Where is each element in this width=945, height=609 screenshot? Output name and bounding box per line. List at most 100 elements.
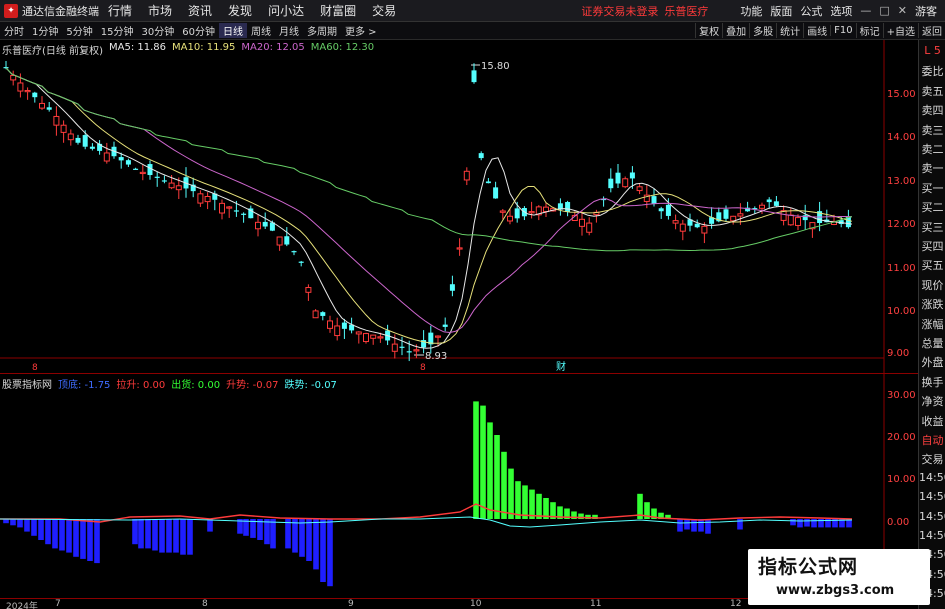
tool-options[interactable]: 选项 (830, 3, 852, 19)
close-icon[interactable]: ✕ (898, 4, 907, 17)
bottom-bar (804, 519, 810, 527)
bottom-bar (145, 519, 151, 549)
quote-tab[interactable]: 卖三 (919, 122, 945, 138)
candle-body (615, 172, 621, 184)
period-tab[interactable]: 30分钟 (137, 23, 178, 38)
menu-item-market[interactable]: 市场 (148, 2, 172, 19)
low-price-label: 8.93 (425, 351, 447, 362)
period-tab[interactable]: 1分钟 (28, 23, 62, 38)
period-tab[interactable]: 5分钟 (62, 23, 96, 38)
candle-body (370, 334, 377, 339)
candle-body (226, 206, 233, 209)
tool-function[interactable]: 功能 (740, 3, 762, 19)
bottom-bar (94, 519, 100, 564)
indicator-legend: 股票指标网 顶底: -1.75 拉升: 0.00 出货: 0.00 升势: -0… (2, 376, 337, 391)
period-tab[interactable]: 月线 (275, 23, 303, 38)
quote-tab[interactable]: 买一 (919, 180, 945, 196)
quote-tab[interactable]: 14:50 (919, 510, 945, 523)
menu-item-wealth[interactable]: 财富圈 (320, 2, 356, 19)
menu-item-news[interactable]: 资讯 (188, 2, 212, 19)
overlay-button[interactable]: 叠加 (722, 23, 749, 38)
quote-tab[interactable]: 外盘 (919, 354, 945, 370)
quote-tab[interactable]: 卖一 (919, 160, 945, 176)
date-label: 9 (348, 599, 354, 609)
date-label: 2024年 (6, 602, 38, 609)
login-status-link[interactable]: 证券交易未登录 (581, 3, 658, 19)
y-tick-label: 12.00 (887, 219, 916, 230)
multi-stock-button[interactable]: 多股 (749, 23, 776, 38)
quote-tab[interactable]: 14:50 (919, 471, 945, 484)
candle-body (197, 193, 204, 204)
menu-item-ask[interactable]: 问小达 (268, 2, 304, 19)
back-button[interactable]: 返回 (918, 23, 945, 38)
f10-button[interactable]: F10 (830, 25, 855, 36)
menu-item-discover[interactable]: 发现 (228, 2, 252, 19)
period-tab[interactable]: 多周期 (303, 23, 341, 38)
indicator-value-pull: 拉升: 0.00 (116, 380, 166, 391)
high-price-label: 15.80 (481, 61, 510, 72)
quote-tab[interactable]: 买四 (919, 238, 945, 254)
stats-button[interactable]: 统计 (776, 23, 803, 38)
quote-tab[interactable]: 换手 (919, 374, 945, 390)
indicator-name[interactable]: 股票指标网 (2, 376, 52, 391)
quote-tab[interactable]: 买三 (919, 219, 945, 235)
period-tab[interactable]: 60分钟 (178, 23, 219, 38)
ship-bar (529, 489, 535, 519)
bottom-bar (152, 519, 158, 551)
current-stock-link[interactable]: 乐普医疗 (664, 3, 708, 19)
candle-body (53, 115, 60, 126)
quote-tab[interactable]: 买二 (919, 199, 945, 215)
menu-item-trade[interactable]: 交易 (372, 2, 396, 19)
tool-formula[interactable]: 公式 (800, 3, 822, 19)
period-tab[interactable]: 周线 (247, 23, 275, 38)
draw-button[interactable]: 画线 (803, 23, 830, 38)
quote-tab[interactable]: 委比 (919, 63, 945, 79)
candlestick-svg[interactable]: 15.00 14.00 13.00 12.00 11.00 10.00 9.00… (0, 40, 918, 373)
quote-tab[interactable]: 买五 (919, 257, 945, 273)
candle-body (456, 247, 463, 250)
watermark-title: 指标公式网 (758, 556, 859, 578)
quote-tab[interactable]: 卖二 (919, 141, 945, 157)
period-tab[interactable]: 分时 (0, 23, 28, 38)
quote-tab[interactable]: 现价 (919, 277, 945, 293)
tool-layout[interactable]: 版面 (770, 3, 792, 19)
maximize-icon[interactable]: □ (879, 4, 889, 17)
candle-body (787, 214, 794, 226)
quote-tab[interactable]: 涨幅 (919, 316, 945, 332)
bottom-bar (45, 519, 51, 545)
candle-body (514, 208, 520, 219)
quote-tab[interactable]: 14:50 (919, 529, 945, 542)
quote-tab[interactable]: 卖五 (919, 83, 945, 99)
period-more-button[interactable]: 更多 > (341, 23, 381, 38)
period-tab-active[interactable]: 日线 (218, 23, 247, 38)
minimize-icon[interactable]: — (860, 4, 871, 17)
indicator-lines-group (0, 503, 853, 528)
quote-tab[interactable]: 涨跌 (919, 296, 945, 312)
bottom-bar (132, 519, 138, 545)
quote-tab[interactable]: L 5 (919, 44, 945, 57)
quote-tab[interactable]: 交易 (919, 451, 945, 467)
adjust-button[interactable]: 复权 (695, 23, 722, 38)
quote-tab[interactable]: 收益 (919, 413, 945, 429)
y-tick-label: 14.00 (887, 132, 916, 143)
bottom-bar (87, 519, 93, 561)
stock-name-label[interactable]: 乐普医疗(日线 前复权) (2, 42, 103, 57)
candle-body (276, 236, 283, 246)
period-tab[interactable]: 15分钟 (97, 23, 138, 38)
event-marker-icon: 8 (32, 363, 38, 373)
menu-item-quotes[interactable]: 行情 (108, 2, 132, 19)
candlestick-chart[interactable]: 15.00 14.00 13.00 12.00 11.00 10.00 9.00… (0, 40, 918, 373)
candle-body (168, 182, 175, 189)
date-label: 7 (55, 599, 61, 609)
quote-tab[interactable]: 总量 (919, 335, 945, 351)
ship-bar (487, 422, 493, 519)
quote-tab[interactable]: 14:50 (919, 490, 945, 503)
candle-body (161, 180, 167, 182)
quote-tab[interactable]: 净资 (919, 393, 945, 409)
quote-tab[interactable]: 卖四 (919, 102, 945, 118)
guest-label[interactable]: 游客 (915, 3, 937, 19)
watermark-logo: 指标公式网 www.zbgs3.com (748, 549, 930, 605)
quote-tab[interactable]: 自动 (919, 432, 945, 448)
mark-button[interactable]: 标记 (855, 23, 883, 38)
add-watchlist-button[interactable]: +自选 (882, 23, 918, 38)
